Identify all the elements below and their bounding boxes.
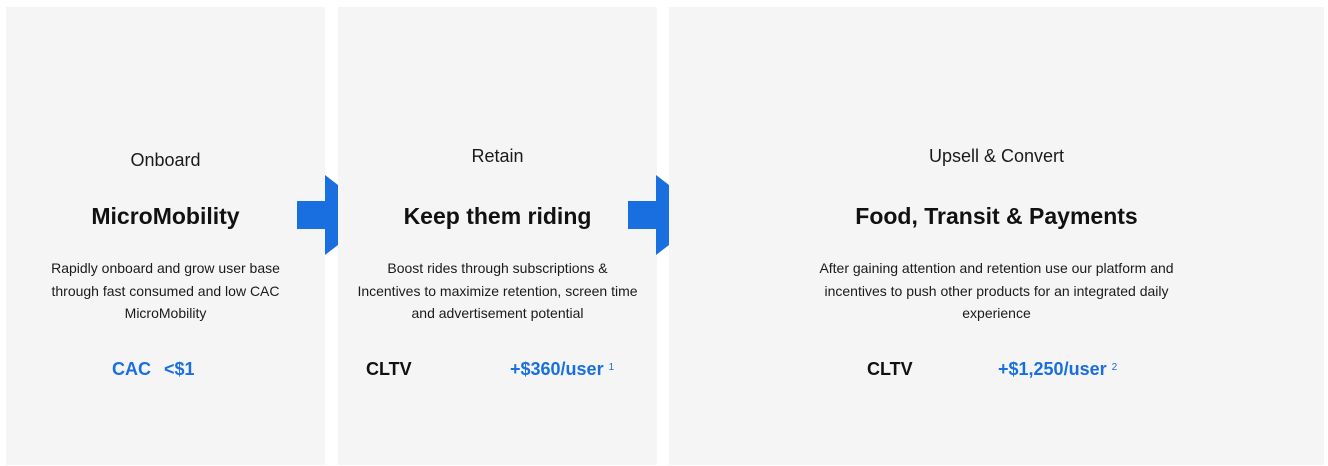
metric-name-cac: CAC [112, 359, 151, 379]
stage-panel-upsell: Upsell & Convert Food, Transit & Payment… [669, 7, 1324, 465]
stage-title: Keep them riding [403, 203, 592, 229]
stage-title: MicroMobility [91, 203, 240, 229]
stage-panel-retain: Retain Keep them riding Boost rides thro… [338, 7, 657, 465]
footnote-marker: 1 [608, 362, 615, 373]
stage-description: Boost rides through subscriptions & Ince… [357, 260, 638, 321]
metric-value-text: +$360/user [510, 359, 604, 379]
metric-value-cltv: +$360/user 1 [510, 359, 614, 380]
metric-name-cltv: CLTV [867, 359, 913, 379]
stage-label: Retain [471, 146, 524, 166]
metric-value-text: +$1,250/user [998, 359, 1107, 379]
metric-value-cltv: +$1,250/user 2 [998, 359, 1117, 380]
stage-title: Food, Transit & Payments [855, 203, 1138, 229]
footnote-marker: 2 [1111, 362, 1118, 373]
stage-description: Rapidly onboard and grow user base throu… [51, 260, 280, 321]
stage-label: Onboard [130, 150, 201, 170]
stage-description: After gaining attention and retention us… [819, 260, 1174, 321]
stage-label: Upsell & Convert [928, 146, 1065, 166]
metric-name-cltv: CLTV [366, 359, 412, 379]
stage-panel-onboard: Onboard MicroMobility Rapidly onboard an… [6, 7, 325, 465]
metric-value-cac: <$1 [164, 359, 195, 379]
